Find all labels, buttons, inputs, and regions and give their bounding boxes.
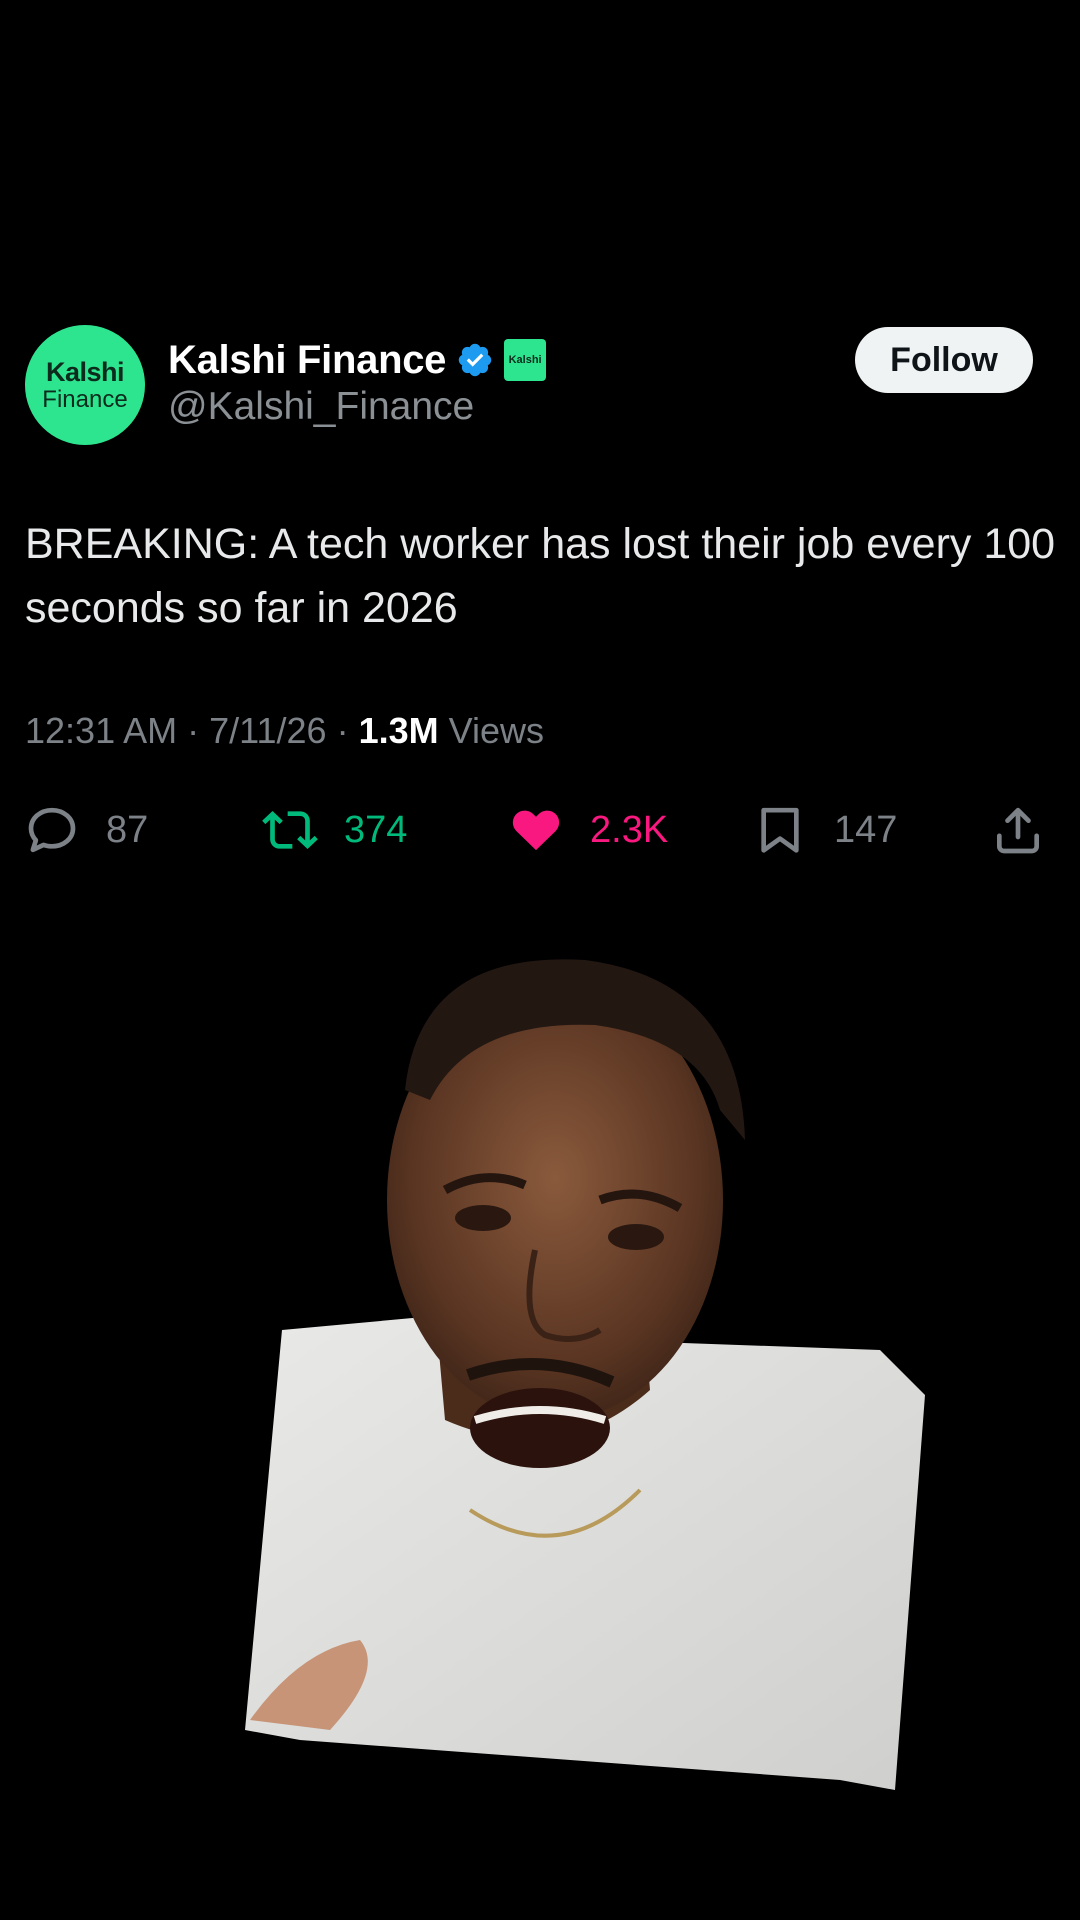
share-button[interactable] bbox=[990, 795, 1046, 865]
views-count: 1.3M bbox=[358, 710, 439, 751]
tweet-text: BREAKING: A tech worker has lost their j… bbox=[25, 520, 1056, 632]
reply-count: 87 bbox=[106, 808, 149, 851]
meta-separator: · bbox=[326, 710, 359, 751]
avatar-text-line2: Finance bbox=[42, 385, 128, 413]
bookmark-button[interactable]: 147 bbox=[752, 795, 897, 865]
retweet-icon bbox=[262, 811, 318, 849]
verified-checkmark-icon[interactable] bbox=[456, 341, 494, 379]
reply-button[interactable]: 87 bbox=[24, 795, 148, 865]
reply-icon bbox=[28, 807, 76, 853]
like-button[interactable]: 2.3K bbox=[508, 795, 668, 865]
share-icon bbox=[997, 807, 1039, 854]
handle[interactable]: @Kalshi_Finance bbox=[168, 385, 474, 429]
meta-separator: · bbox=[177, 710, 210, 751]
tweet-media-image[interactable] bbox=[0, 950, 1080, 1810]
bookmark-count: 147 bbox=[834, 808, 898, 851]
name-row: Kalshi Finance Kalshi bbox=[168, 335, 547, 385]
follow-button[interactable]: Follow bbox=[855, 327, 1033, 393]
tweet-time[interactable]: 12:31 AM bbox=[25, 710, 177, 752]
avatar-text-line1: Kalshi bbox=[45, 356, 125, 387]
retweet-count: 374 bbox=[344, 808, 408, 851]
like-count: 2.3K bbox=[590, 808, 669, 851]
views-label: Views bbox=[448, 710, 545, 751]
retweet-button[interactable]: 374 bbox=[262, 795, 407, 865]
tweet-meta: 12:31 AM · 7/11/26 · 1.3M Views bbox=[25, 710, 544, 752]
tweet-date[interactable]: 7/11/26 bbox=[209, 710, 326, 752]
heart-icon bbox=[512, 810, 560, 851]
affiliate-badge[interactable]: Kalshi bbox=[504, 339, 547, 381]
display-name[interactable]: Kalshi Finance bbox=[168, 338, 446, 383]
bookmark-icon bbox=[761, 807, 799, 853]
views-space bbox=[439, 710, 449, 752]
avatar[interactable]: Kalshi Finance bbox=[25, 325, 145, 445]
